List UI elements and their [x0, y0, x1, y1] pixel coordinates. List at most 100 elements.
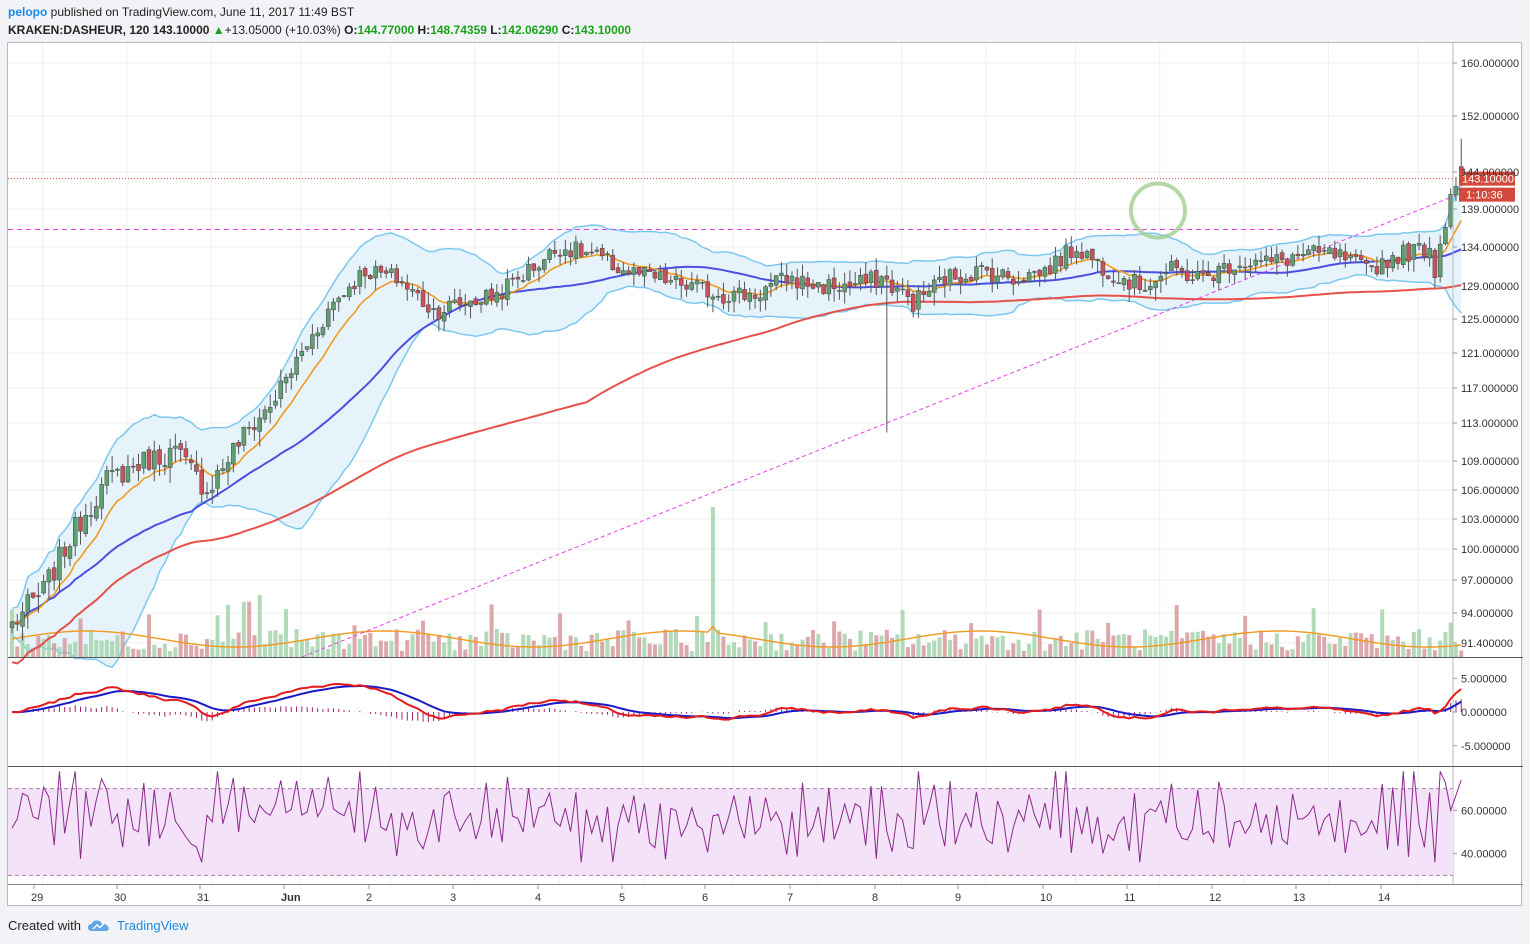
volume-bar [1374, 648, 1379, 657]
candle [368, 275, 373, 280]
candle [1126, 279, 1132, 290]
candle [1348, 255, 1353, 259]
volume-bar [1201, 630, 1206, 657]
volume-bar [705, 642, 710, 657]
chart-frame[interactable]: 160.000000 152.000000 144.000000 139.000000… [7, 42, 1523, 907]
volume-bar [674, 629, 679, 657]
volume-bar [584, 650, 589, 657]
volume-bar [147, 614, 152, 657]
volume-bar [257, 594, 262, 657]
volume-bar [294, 629, 299, 657]
candle [1206, 272, 1211, 276]
candle [1148, 285, 1153, 290]
candle [204, 492, 210, 494]
volume-bar [510, 647, 515, 657]
volume-bar [679, 642, 684, 657]
candle [610, 254, 616, 271]
candle [1095, 259, 1100, 262]
volume-bar [547, 637, 552, 657]
volume-bar [1164, 636, 1169, 657]
volume-bar [484, 631, 489, 657]
candle [626, 270, 631, 274]
volume-bar [1406, 648, 1411, 657]
candle [104, 470, 110, 486]
candle [737, 287, 742, 294]
candle [441, 312, 447, 322]
candle [157, 449, 162, 465]
volume-bar [842, 633, 847, 657]
candle [431, 308, 436, 310]
volume-bar [932, 640, 937, 657]
volume-bar [1011, 643, 1016, 657]
candle [246, 427, 252, 429]
volume-bar [847, 638, 852, 657]
candle [1132, 274, 1137, 289]
time-tick-label: 3 [450, 892, 456, 904]
rsi-tick-label: 40.00000 [1461, 849, 1507, 861]
candle [1258, 260, 1264, 262]
volume-bars [10, 507, 1464, 657]
candle [1084, 250, 1090, 258]
volume-bar [115, 634, 120, 657]
open-label: O: [344, 23, 358, 37]
volume-bar [1069, 643, 1074, 657]
candle [773, 275, 779, 286]
candle [779, 272, 784, 277]
volume-bar [1280, 647, 1285, 657]
volume-bar [152, 644, 157, 657]
volume-bar [684, 644, 689, 657]
candle [1364, 259, 1369, 264]
volume-bar [368, 632, 373, 657]
candle [1116, 282, 1121, 284]
price-tick-label: 117.000000 [1461, 383, 1518, 395]
volume-bar [552, 637, 557, 657]
candle [1200, 270, 1206, 274]
candle [130, 465, 136, 468]
candle [958, 277, 963, 283]
volume-bar [94, 640, 99, 657]
candle [905, 289, 911, 297]
candle [1448, 193, 1453, 227]
volume-bar [320, 632, 325, 657]
volume-bar [568, 635, 573, 657]
author-link[interactable]: pelopo [8, 5, 47, 19]
volume-bar [668, 630, 673, 657]
candle [784, 275, 789, 284]
volume-bar [389, 640, 394, 657]
tradingview-link[interactable]: TradingView [117, 918, 189, 933]
candle [621, 270, 626, 275]
volume-bar [594, 633, 599, 657]
volume-bar [610, 646, 615, 657]
candle [394, 268, 399, 284]
volume-bar [600, 641, 605, 657]
volume-bar [779, 633, 784, 657]
volume-bar [605, 639, 610, 657]
candle [426, 304, 431, 313]
volume-bar [268, 630, 273, 657]
candle [642, 267, 647, 277]
price-tick-label: 113.000000 [1461, 418, 1518, 430]
volume-bar [399, 650, 404, 657]
volume-bar [326, 648, 331, 657]
time-tick-label: 9 [955, 892, 961, 904]
volume-bar [452, 650, 457, 657]
change-value: +13.05000 (+10.03%) [224, 23, 341, 37]
volume-bar [1195, 631, 1200, 657]
volume-bar [310, 646, 315, 657]
candle [1184, 270, 1190, 281]
volume-bar [900, 609, 905, 657]
candle [9, 621, 15, 628]
volume-bar [774, 650, 779, 657]
candle [357, 270, 363, 287]
chart-canvas[interactable]: 160.000000152.000000144.000000139.000000… [8, 43, 1523, 907]
volume-bar [89, 630, 94, 657]
candle [1016, 281, 1021, 284]
candle [689, 282, 695, 290]
volume-bar [431, 641, 436, 657]
volume-bar [753, 641, 758, 657]
candle [647, 268, 652, 272]
candle [1374, 266, 1380, 275]
candle [1169, 261, 1174, 272]
candle [1390, 255, 1395, 269]
candle [188, 459, 194, 464]
